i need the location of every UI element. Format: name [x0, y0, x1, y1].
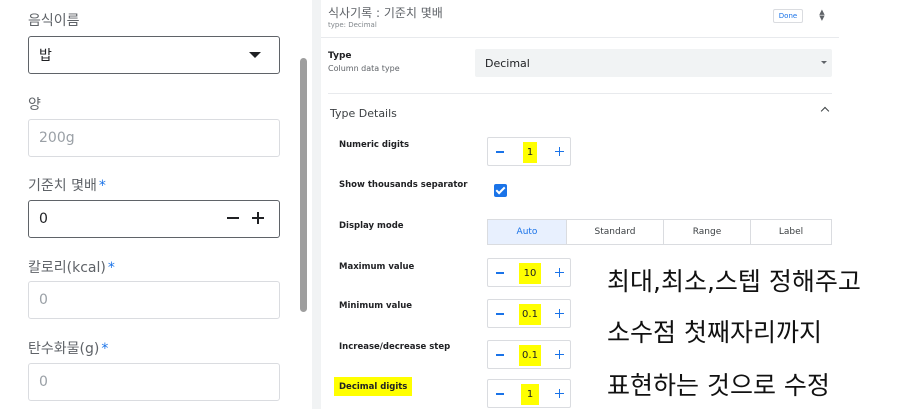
- decimal-digits-label: Decimal digits: [339, 382, 408, 392]
- required-mark: *: [107, 260, 115, 276]
- dropdown-arrow-icon: [821, 61, 827, 64]
- thousands-separator-label: Show thousands separator: [339, 180, 468, 190]
- column-type-subtitle: type: Decimal: [328, 21, 377, 29]
- minus-icon[interactable]: [496, 272, 504, 274]
- step-stepper[interactable]: 0.1: [487, 340, 571, 369]
- plus-icon[interactable]: [555, 389, 564, 398]
- maximum-value-label: Maximum value: [339, 262, 415, 272]
- display-mode-auto[interactable]: Auto: [488, 220, 567, 244]
- field-label-amount: 양: [28, 97, 41, 113]
- chevron-up-icon[interactable]: [820, 106, 830, 116]
- step-value[interactable]: 0.1: [519, 345, 541, 366]
- display-mode-label: Display mode: [339, 221, 404, 231]
- carbs-placeholder: 0: [39, 374, 48, 390]
- plus-icon[interactable]: [555, 350, 564, 359]
- maximum-value-value[interactable]: 10: [519, 263, 541, 284]
- type-label: Type: [328, 51, 352, 61]
- calories-placeholder: 0: [39, 292, 48, 308]
- type-select-value: Decimal: [485, 56, 530, 70]
- field-label-calories-wrap: 칼로리(kcal) *: [28, 257, 115, 277]
- display-mode-range[interactable]: Range: [664, 220, 751, 244]
- plus-icon[interactable]: [555, 309, 564, 318]
- type-description: Column data type: [328, 64, 400, 73]
- minus-icon[interactable]: [496, 393, 504, 395]
- annotation-line-2: 소수점 첫째자리까지: [607, 318, 822, 347]
- panel-divider: [312, 0, 321, 409]
- minus-icon[interactable]: [496, 313, 504, 315]
- display-mode-segmented: Auto Standard Range Label: [487, 219, 832, 245]
- expand-collapse-icon[interactable]: ▲ ▼: [817, 9, 827, 23]
- minimum-value-value[interactable]: 0.1: [519, 304, 541, 325]
- amount-placeholder: 200g: [39, 130, 75, 146]
- food-name-value: 밥: [39, 48, 52, 64]
- dropdown-arrow-icon: [249, 52, 261, 58]
- increment-icon[interactable]: [252, 212, 264, 224]
- multiplier-stepper[interactable]: 0: [28, 200, 280, 238]
- display-mode-standard[interactable]: Standard: [567, 220, 664, 244]
- header-divider: [321, 37, 839, 38]
- column-title: 식사기록 : 기준치 몇배: [328, 6, 443, 20]
- amount-input[interactable]: 200g: [28, 119, 280, 157]
- done-button[interactable]: Done: [773, 9, 803, 23]
- multiplier-value: 0: [39, 211, 48, 227]
- required-mark: *: [101, 341, 109, 357]
- minimum-value-label: Minimum value: [339, 301, 413, 311]
- step-label: Increase/decrease step: [339, 342, 451, 352]
- field-label-carbs: 탄수화물(g): [28, 341, 100, 357]
- section-divider: [328, 93, 832, 94]
- decimal-digits-stepper[interactable]: 1: [487, 379, 571, 408]
- scrollbar-thumb[interactable]: [300, 58, 307, 312]
- plus-icon[interactable]: [555, 147, 564, 156]
- minus-icon[interactable]: [496, 151, 504, 153]
- annotation-line-1: 최대,최소,스텝 정해주고: [607, 267, 861, 296]
- decrement-icon[interactable]: [227, 217, 239, 219]
- display-mode-label-option[interactable]: Label: [751, 220, 831, 244]
- field-label-carbs-wrap: 탄수화물(g) *: [28, 338, 108, 358]
- maximum-value-stepper[interactable]: 10: [487, 258, 571, 287]
- form-preview-panel: 음식이름 밥 양 200g 기준치 몇배 * 0 칼로리(kcal) * 0 탄수화…: [0, 0, 312, 409]
- minimum-value-stepper[interactable]: 0.1: [487, 299, 571, 328]
- annotation-line-3: 표현하는 것으로 수정: [607, 371, 830, 400]
- required-mark: *: [98, 178, 106, 194]
- type-details-heading: Type Details: [330, 107, 397, 120]
- type-select[interactable]: Decimal: [475, 49, 832, 77]
- field-label-multiplier-wrap: 기준치 몇배 *: [28, 175, 106, 195]
- field-label-multiplier: 기준치 몇배: [28, 178, 97, 194]
- numeric-digits-label: Numeric digits: [339, 140, 410, 150]
- thousands-separator-checkbox[interactable]: [494, 184, 507, 197]
- field-label-food-name: 음식이름: [28, 13, 80, 29]
- plus-icon[interactable]: [555, 268, 564, 277]
- field-label-calories: 칼로리(kcal): [28, 260, 106, 276]
- numeric-digits-stepper[interactable]: 1: [487, 137, 571, 166]
- food-name-select[interactable]: 밥: [28, 36, 280, 74]
- carbs-input[interactable]: 0: [28, 363, 280, 401]
- decimal-digits-value[interactable]: 1: [521, 384, 539, 405]
- numeric-digits-value[interactable]: 1: [523, 142, 537, 163]
- calories-input[interactable]: 0: [28, 281, 280, 319]
- minus-icon[interactable]: [496, 354, 504, 356]
